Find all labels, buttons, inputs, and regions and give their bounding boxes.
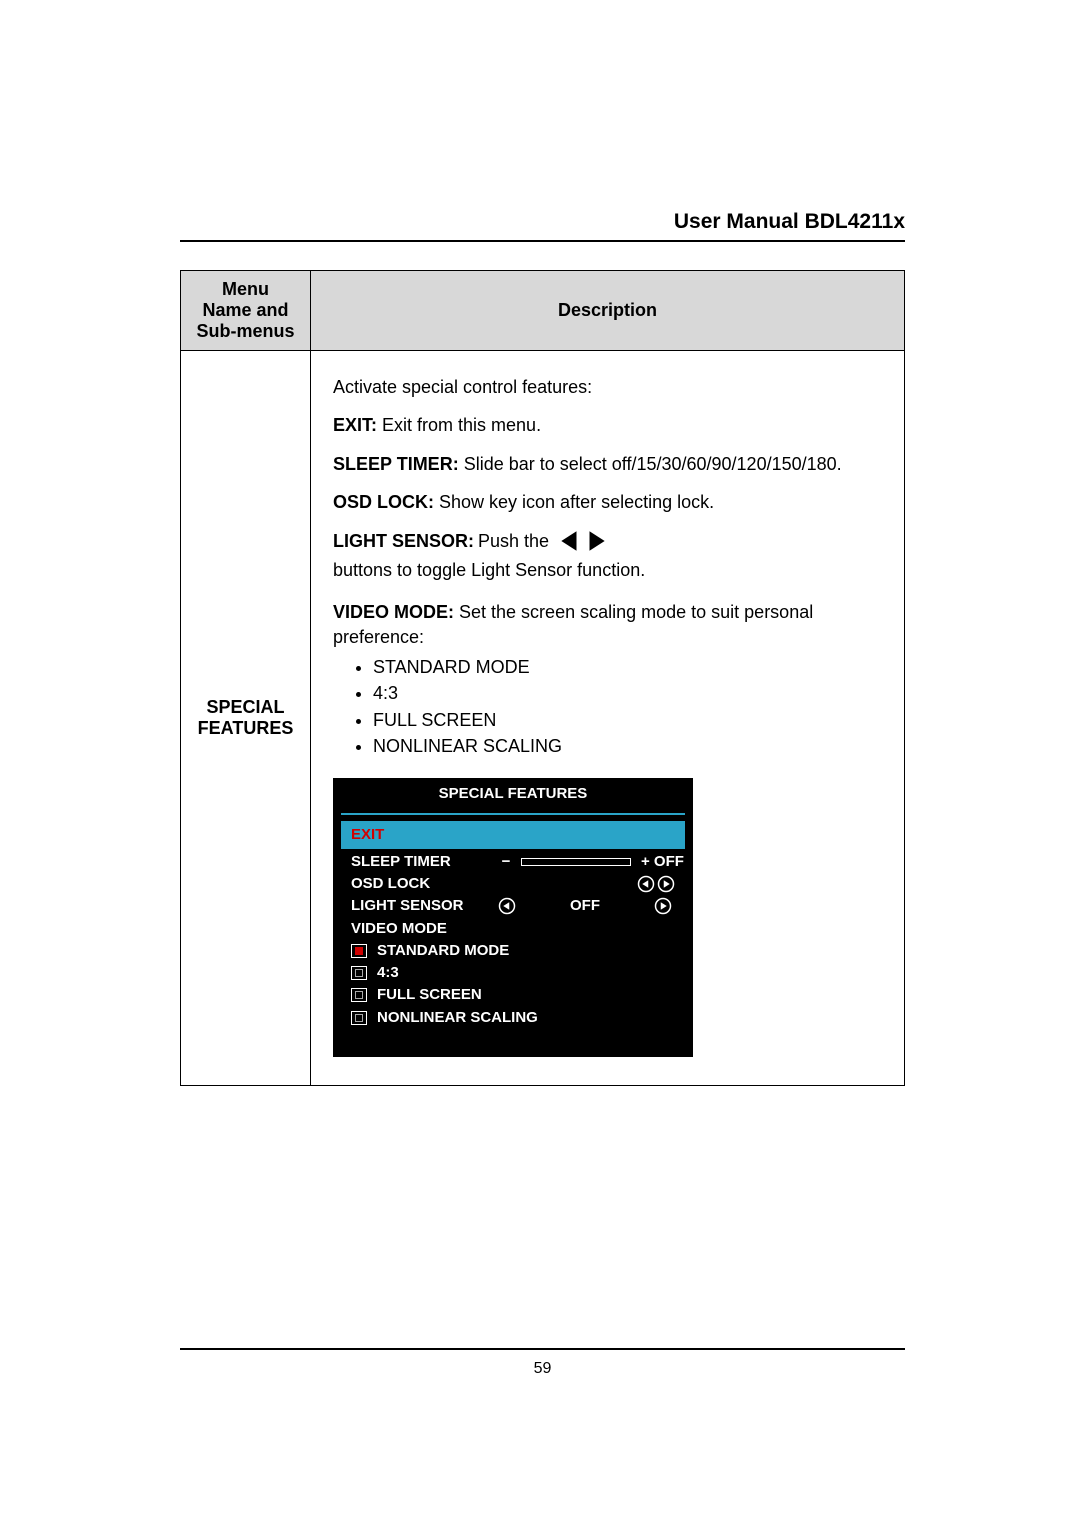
- osd-mode-43-row: 4:3: [341, 962, 685, 984]
- col1-header: Menu Name and Sub-menus: [181, 271, 311, 351]
- radio-unselected-icon: [351, 988, 367, 1002]
- exit-text: Exit from this menu.: [377, 415, 541, 435]
- manual-page: User Manual BDL4211x Menu Name and Sub-m…: [0, 0, 1080, 1528]
- videomode-line: VIDEO MODE: Set the screen scaling mode …: [333, 600, 882, 649]
- menu-name-line: FEATURES: [191, 718, 300, 739]
- list-item: NONLINEAR SCALING: [373, 734, 882, 760]
- table-header-row: Menu Name and Sub-menus Description: [181, 271, 905, 351]
- osd-sleep-label: SLEEP TIMER: [351, 852, 491, 872]
- osd-panel: SPECIAL FEATURES EXIT SLEEP TIMER − + OF…: [333, 778, 693, 1057]
- exit-label: EXIT:: [333, 415, 377, 435]
- circle-left-icon: [637, 875, 655, 893]
- footer-rule: [180, 1348, 905, 1350]
- osd-mode-label: FULL SCREEN: [377, 985, 482, 1005]
- list-item: STANDARD MODE: [373, 655, 882, 681]
- osd-title: SPECIAL FEATURES: [333, 778, 693, 810]
- triangle-right-icon: [583, 528, 609, 554]
- description-cell: Activate special control features: EXIT:…: [311, 351, 905, 1086]
- osd-lock-label: OSD LOCK: [351, 874, 491, 894]
- osd-exit-row: EXIT: [341, 821, 685, 849]
- osd-lock-arrows: [627, 875, 675, 893]
- intro-text: Activate special control features:: [333, 375, 882, 399]
- slider-track-icon: [521, 858, 631, 866]
- osd-sleep-row: SLEEP TIMER − + OFF: [341, 851, 685, 873]
- radio-unselected-icon: [351, 966, 367, 980]
- videomode-bullets: STANDARD MODE 4:3 FULL SCREEN NONLINEAR …: [373, 655, 882, 760]
- radio-selected-icon: [351, 944, 367, 958]
- lightsensor-line: LIGHT SENSOR: Push the buttons to toggle…: [333, 528, 882, 582]
- sleep-text: Slide bar to select off/15/30/60/90/120/…: [459, 454, 842, 474]
- osd-light-label: LIGHT SENSOR: [351, 896, 491, 916]
- osd-mode-label: STANDARD MODE: [377, 941, 509, 961]
- lightsensor-post-text: buttons to toggle Light Sensor function.: [333, 558, 645, 582]
- osd-minus-icon: −: [493, 852, 519, 872]
- col1-header-line: Sub-menus: [191, 321, 300, 342]
- videomode-label: VIDEO MODE:: [333, 602, 454, 622]
- osdlock-label: OSD LOCK:: [333, 492, 434, 512]
- page-header-title: User Manual BDL4211x: [180, 210, 905, 240]
- osd-mode-label: NONLINEAR SCALING: [377, 1008, 538, 1028]
- table-row: SPECIAL FEATURES Activate special contro…: [181, 351, 905, 1086]
- osd-light-row: LIGHT SENSOR OFF: [341, 895, 685, 917]
- osdlock-line: OSD LOCK: Show key icon after selecting …: [333, 490, 882, 514]
- osd-video-label: VIDEO MODE: [351, 919, 447, 939]
- list-item: FULL SCREEN: [373, 708, 882, 734]
- lightsensor-pre-text: Push the: [478, 529, 549, 553]
- osd-separator: [341, 813, 685, 815]
- osd-mode-standard-row: STANDARD MODE: [341, 940, 685, 962]
- col1-header-line: Name and: [191, 300, 300, 321]
- osd-lock-row: OSD LOCK: [341, 873, 685, 895]
- page-number: 59: [180, 1360, 905, 1378]
- features-table: Menu Name and Sub-menus Description SPEC…: [180, 270, 905, 1086]
- sleep-line: SLEEP TIMER: Slide bar to select off/15/…: [333, 452, 882, 476]
- menu-name-line: SPECIAL: [191, 697, 300, 718]
- osd-mode-label: 4:3: [377, 963, 399, 983]
- col1-header-line: Menu: [191, 279, 300, 300]
- osd-mode-nonlinear-row: NONLINEAR SCALING: [341, 1007, 685, 1029]
- circle-left-icon: [495, 897, 519, 915]
- circle-right-icon: [657, 875, 675, 893]
- osd-light-value: OFF: [523, 896, 647, 916]
- osd-video-row: VIDEO MODE: [341, 918, 685, 940]
- osd-slider: [521, 852, 639, 872]
- osd-mode-full-row: FULL SCREEN: [341, 984, 685, 1006]
- page-footer: 59: [180, 1348, 905, 1378]
- col2-header: Description: [311, 271, 905, 351]
- sleep-label: SLEEP TIMER:: [333, 454, 459, 474]
- header-rule: [180, 240, 905, 242]
- osdlock-text: Show key icon after selecting lock.: [434, 492, 714, 512]
- osd-sleep-value: + OFF: [641, 852, 675, 872]
- circle-right-icon: [651, 897, 675, 915]
- triangle-left-icon: [557, 528, 583, 554]
- radio-unselected-icon: [351, 1011, 367, 1025]
- menu-name-cell: SPECIAL FEATURES: [181, 351, 311, 1086]
- arrow-left-right-icons: [557, 528, 609, 554]
- lightsensor-label: LIGHT SENSOR:: [333, 529, 474, 553]
- exit-line: EXIT: Exit from this menu.: [333, 413, 882, 437]
- list-item: 4:3: [373, 681, 882, 707]
